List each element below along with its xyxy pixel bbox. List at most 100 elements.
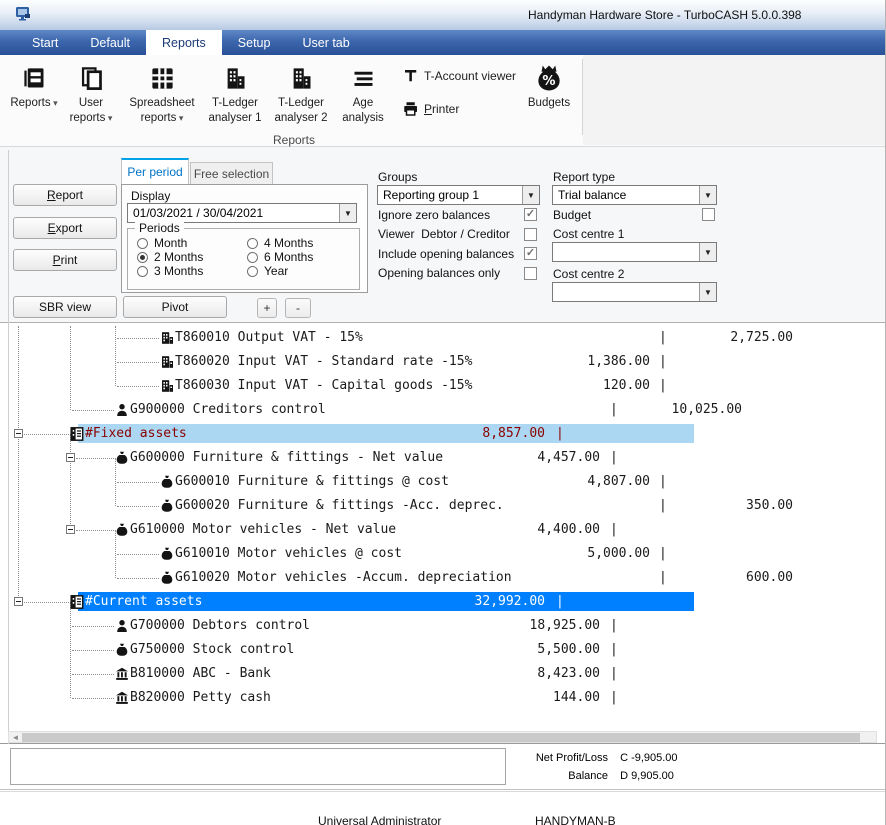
column-separator: | [659, 354, 667, 369]
expand-all-button[interactable]: + [257, 298, 277, 318]
tree-row[interactable]: T860030 Input VAT - Capital goods -15% 12… [0, 374, 886, 398]
expander-minus-icon[interactable] [66, 453, 75, 462]
account-label: G600010 Furniture & fittings @ cost [175, 474, 449, 489]
user-reports-button[interactable]: User reports ▾ [60, 58, 122, 126]
budgets-button[interactable]: %Budgets [520, 58, 578, 111]
radio-3-months[interactable]: 3 Months [137, 264, 247, 278]
chevron-down-icon[interactable]: ▼ [339, 204, 356, 222]
tab-default[interactable]: Default [74, 30, 146, 55]
account-label: G610020 Motor vehicles -Accum. depreciat… [175, 570, 512, 585]
t-ledger-analyser-2-button[interactable]: T-Ledger analyser 2 [268, 58, 334, 126]
budget-checkbox[interactable] [702, 208, 715, 221]
tab-reports[interactable]: Reports [146, 30, 222, 55]
ribbon-item-label: Reports ▾ [8, 96, 60, 111]
tree-row[interactable]: G610010 Motor vehicles @ cost5,000.00| [0, 542, 886, 566]
tree-connector [117, 554, 159, 555]
tree-connector [72, 410, 114, 411]
reports-button[interactable]: Reports ▾ [8, 58, 60, 126]
chevron-down-icon[interactable]: ▼ [699, 283, 716, 301]
include-opening-balances-checkbox[interactable]: ✓ [524, 247, 537, 260]
expander-minus-icon[interactable] [66, 525, 75, 534]
tree-row[interactable]: #Fixed assets8,857.00| [0, 422, 886, 446]
horizontal-scrollbar[interactable]: ◄ [8, 731, 877, 743]
account-label: B820000 Petty cash [130, 690, 271, 705]
t-account-viewer-button[interactable]: T-Account viewer [402, 65, 516, 87]
tree-row[interactable]: G700000 Debtors control18,925.00| [0, 614, 886, 638]
status-bar: Universal Administrator HANDYMAN-B [0, 791, 885, 825]
sbr-view-button[interactable]: SBR view [13, 296, 117, 318]
export-button[interactable]: Export [13, 217, 117, 239]
periods-legend: Periods [135, 221, 184, 235]
groups-combo[interactable]: Reporting group 1 ▼ [377, 185, 540, 205]
tree-row[interactable]: G600020 Furniture & fittings -Acc. depre… [0, 494, 886, 518]
spreadsheet-reports-button[interactable]: Spreadsheet reports ▾ [122, 58, 202, 126]
radio-2-months[interactable]: 2 Months [137, 250, 247, 264]
tree-row[interactable]: G900000 Creditors control|10,025.00 [0, 398, 886, 422]
cost-centre-2-combo[interactable]: ▼ [552, 282, 717, 302]
tree-row[interactable]: G600000 Furniture & fittings - Net value… [0, 446, 886, 470]
viewer-debtor-creditor-checkbox[interactable] [524, 228, 537, 241]
user-reports-icon [60, 60, 122, 96]
tree-row[interactable]: G610000 Motor vehicles - Net value4,400.… [0, 518, 886, 542]
radio-circle [137, 252, 148, 263]
chevron-down-icon[interactable]: ▼ [699, 186, 716, 204]
spreadsheet-icon [122, 60, 202, 96]
ribbon-side-items: T-Account viewer Printer [402, 65, 516, 131]
tab-setup[interactable]: Setup [222, 30, 287, 55]
tree-connector [76, 530, 114, 531]
tree-row[interactable]: G750000 Stock control5,500.00| [0, 638, 886, 662]
column-separator: | [610, 522, 618, 537]
report-button[interactable]: Report [13, 184, 117, 206]
person-icon [115, 403, 129, 417]
collapse-all-button[interactable]: - [285, 298, 311, 318]
age-analysis-button[interactable]: Age analysis [334, 58, 392, 126]
print-button[interactable]: Print [13, 249, 117, 271]
expander-minus-icon[interactable] [14, 597, 23, 606]
tree-connector [72, 626, 114, 627]
person-icon [115, 619, 129, 633]
account-label: #Fixed assets [85, 426, 187, 441]
left-edge-line [8, 150, 9, 744]
radio-year[interactable]: Year [247, 264, 357, 278]
printer-button[interactable]: Printer [402, 98, 516, 120]
age-analysis-icon [334, 60, 392, 96]
account-label: T860030 Input VAT - Capital goods -15% [175, 378, 472, 393]
svg-text:%: % [542, 74, 555, 89]
tree-row[interactable]: B810000 ABC - Bank8,423.00| [0, 662, 886, 686]
scrollbar-thumb[interactable] [22, 733, 860, 742]
ledger-icon [70, 427, 84, 441]
tree-row[interactable]: G610020 Motor vehicles -Accum. depreciat… [0, 566, 886, 590]
ignore-zero-balances-checkbox[interactable]: ✓ [524, 208, 537, 221]
tab-user-tab[interactable]: User tab [286, 30, 365, 55]
report-type-value: Trial balance [553, 188, 699, 202]
t-account-icon [402, 67, 424, 85]
tab-free-selection[interactable]: Free selection [190, 162, 273, 184]
radio-month[interactable]: Month [137, 236, 247, 250]
tree-row[interactable]: #Current assets32,992.00| [0, 590, 886, 614]
tree-row[interactable]: B820000 Petty cash144.00| [0, 686, 886, 710]
tree-row[interactable]: T860020 Input VAT - Standard rate -15%1,… [0, 350, 886, 374]
report-type-combo[interactable]: Trial balance ▼ [552, 185, 717, 205]
status-company: HANDYMAN-B [535, 814, 616, 825]
tree-connector [76, 458, 114, 459]
tree-connector [117, 386, 159, 387]
opening-balances-only-checkbox[interactable] [524, 267, 537, 280]
expander-minus-icon[interactable] [14, 429, 23, 438]
display-period-combo[interactable]: 01/03/2021 / 30/04/2021 ▼ [127, 203, 357, 223]
cost-centre-1-combo[interactable]: ▼ [552, 242, 717, 262]
scroll-left-icon[interactable]: ◄ [10, 733, 21, 742]
tree-row[interactable]: G600010 Furniture & fittings @ cost4,807… [0, 470, 886, 494]
chevron-down-icon[interactable]: ▼ [522, 186, 539, 204]
tree-row[interactable]: T860010 Output VAT - 15%|2,725.00 [0, 326, 886, 350]
radio-6-months[interactable]: 6 Months [247, 250, 357, 264]
radio-4-months[interactable]: 4 Months [247, 236, 357, 250]
chevron-down-icon[interactable]: ▼ [699, 243, 716, 261]
t-ledger-analyser-1-button[interactable]: T-Ledger analyser 1 [202, 58, 268, 126]
check-row-ignore-zero-balances: Ignore zero balances✓ [378, 208, 537, 221]
tab-per-period[interactable]: Per period [121, 158, 189, 184]
net-profit-value: C -9,905.00 [620, 752, 677, 764]
tab-start[interactable]: Start [16, 30, 74, 55]
debit-amount: 120.00 [490, 378, 650, 393]
moneybag-icon [115, 523, 129, 537]
pivot-button[interactable]: Pivot [123, 296, 227, 318]
